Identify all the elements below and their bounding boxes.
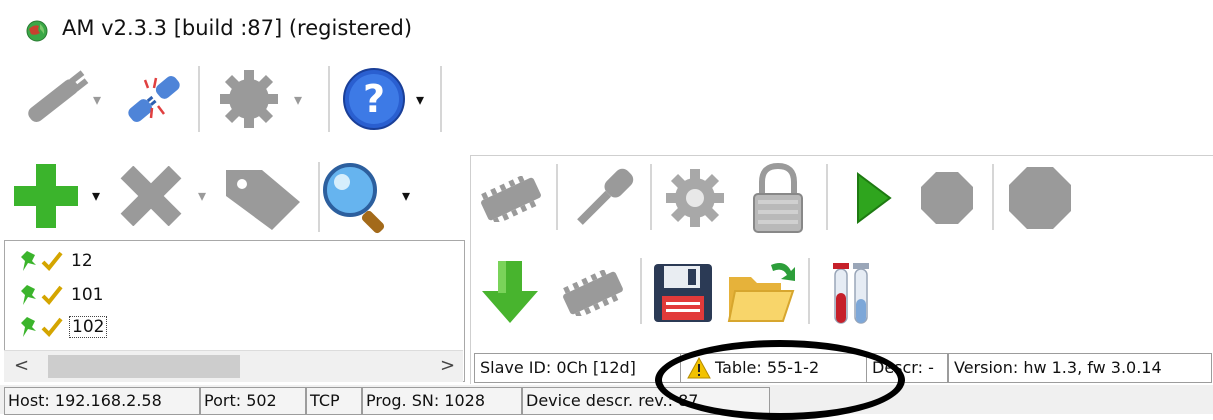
- gear-icon: [666, 169, 724, 227]
- stop-button[interactable]: [912, 168, 982, 228]
- toolbar-separator: [992, 164, 994, 230]
- add-icon: [14, 164, 78, 228]
- download-arrow-icon: [482, 261, 538, 323]
- scrollbar-thumb[interactable]: [48, 355, 240, 378]
- check-icon: [41, 317, 63, 337]
- stop-large-icon: [1009, 167, 1071, 229]
- stop-all-button[interactable]: [1004, 164, 1076, 232]
- check-icon: [41, 285, 63, 305]
- stop-icon: [921, 172, 973, 224]
- toolbar-separator: [650, 164, 652, 230]
- tag-button[interactable]: [222, 162, 304, 232]
- remove-button[interactable]: [116, 166, 186, 226]
- prog-sn-field: Prog. SN: 1028: [362, 387, 522, 415]
- toolbar-separator: [556, 164, 558, 230]
- window-title: AM v2.3.3 [build :87] (registered): [62, 16, 413, 40]
- help-icon: ?: [343, 68, 405, 130]
- chip-read-button[interactable]: [476, 176, 546, 222]
- toolbar-separator: [640, 258, 642, 324]
- check-icon: [41, 251, 63, 271]
- title-bar: AM v2.3.3 [build :87] (registered): [0, 0, 1213, 46]
- scroll-right-arrow[interactable]: >: [440, 355, 455, 376]
- search-dropdown-arrow[interactable]: ▾: [402, 188, 410, 204]
- add-dropdown-arrow[interactable]: ▾: [92, 188, 100, 204]
- host-field: Host: 192.168.2.58: [4, 387, 200, 415]
- chip-icon: [481, 176, 541, 222]
- pin-icon: [21, 317, 36, 337]
- play-button[interactable]: [842, 168, 902, 228]
- download-button[interactable]: [478, 258, 542, 326]
- pin-icon: [21, 285, 36, 305]
- tree-item-label: 12: [71, 251, 93, 271]
- open-button[interactable]: [724, 256, 798, 326]
- help-dropdown-arrow[interactable]: ▾: [416, 92, 424, 108]
- app-globe-icon: [26, 20, 48, 42]
- device-descr-rev-field: Device descr. rev.: 87: [522, 387, 770, 415]
- help-button[interactable]: ?: [338, 66, 410, 132]
- remove-icon: [120, 166, 182, 226]
- table-field: Table: 55-1-2: [680, 353, 893, 383]
- connect-dropdown-arrow[interactable]: ▾: [93, 92, 101, 108]
- tree-item-label: 102: [69, 316, 108, 338]
- chip-write-button[interactable]: [556, 266, 630, 320]
- test-tubes-icon: [833, 263, 869, 324]
- search-icon: [323, 163, 385, 234]
- disconnect-plug-icon: [128, 76, 180, 122]
- warning-icon: [687, 357, 711, 379]
- table-label: Table: 55-1-2: [715, 358, 820, 377]
- toolbar-separator: [826, 164, 828, 230]
- settings-dropdown-arrow[interactable]: ▾: [294, 92, 302, 108]
- lock-button[interactable]: [748, 162, 808, 234]
- toolbar-separator: [440, 66, 442, 132]
- toolbar-separator: [198, 66, 200, 132]
- open-folder-icon: [727, 263, 795, 322]
- disconnect-button[interactable]: [118, 66, 190, 132]
- tag-icon: [226, 170, 300, 230]
- configure-button[interactable]: [566, 164, 642, 232]
- search-button[interactable]: [320, 160, 392, 234]
- slave-id-field: Slave ID: 0Ch [12d]: [474, 353, 682, 383]
- settings-button[interactable]: [210, 66, 288, 132]
- version-field: Version: hw 1.3, fw 3.0.14: [948, 353, 1212, 383]
- remove-dropdown-arrow[interactable]: ▾: [198, 188, 206, 204]
- pin-icon: [21, 251, 36, 271]
- descr-field: Descr: -: [866, 353, 948, 383]
- toolbar-separator: [328, 66, 330, 132]
- svg-text:?: ?: [363, 77, 385, 121]
- toolbar-separator: [808, 258, 810, 324]
- gear-button[interactable]: [660, 164, 730, 232]
- connect-plug-icon: [28, 70, 89, 122]
- tree-item[interactable]: 101: [19, 281, 105, 309]
- test-button[interactable]: [824, 258, 878, 328]
- tree-item[interactable]: 12: [19, 247, 95, 275]
- lock-icon: [753, 162, 803, 233]
- tree-item[interactable]: 102: [19, 313, 108, 341]
- horizontal-scrollbar[interactable]: < >: [4, 350, 463, 382]
- connect-button[interactable]: [14, 68, 94, 130]
- screwdriver-icon: [577, 168, 634, 225]
- tree-item-label: 101: [71, 285, 104, 305]
- protocol-field: TCP: [306, 387, 362, 415]
- save-floppy-icon: [654, 264, 712, 322]
- chip-icon: [563, 270, 623, 316]
- settings-gear-icon: [220, 70, 278, 128]
- port-field: Port: 502: [200, 387, 306, 415]
- status-bar: Host: 192.168.2.58 Port: 502 TCP Prog. S…: [0, 385, 1213, 415]
- add-button[interactable]: [10, 160, 82, 232]
- play-icon: [857, 172, 892, 224]
- save-button[interactable]: [650, 260, 716, 326]
- scroll-left-arrow[interactable]: <: [14, 355, 29, 376]
